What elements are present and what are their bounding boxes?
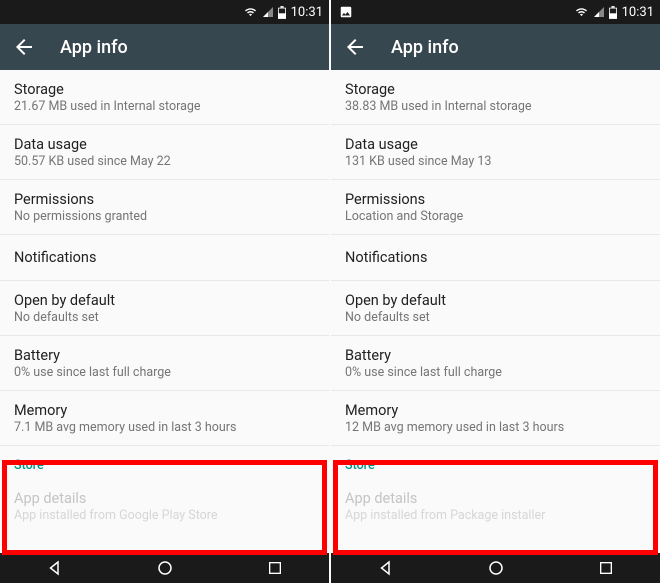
settings-list: Storage 21.67 MB used in Internal storag… xyxy=(0,70,329,553)
wifi-icon xyxy=(574,6,589,18)
wifi-icon xyxy=(243,6,258,18)
setting-battery[interactable]: Battery 0% use since last full charge xyxy=(331,336,660,391)
setting-open-by-default[interactable]: Open by default No defaults set xyxy=(0,281,329,336)
status-bar: 10:31 xyxy=(331,0,660,24)
nav-home-icon[interactable] xyxy=(487,559,505,577)
setting-battery[interactable]: Battery 0% use since last full charge xyxy=(0,336,329,391)
signal-icon xyxy=(261,6,275,18)
app-bar: App info xyxy=(331,24,660,70)
setting-notifications[interactable]: Notifications xyxy=(331,235,660,281)
setting-notifications[interactable]: Notifications xyxy=(0,235,329,281)
nav-recent-icon[interactable] xyxy=(598,560,614,576)
battery-icon xyxy=(609,6,617,19)
battery-icon xyxy=(278,6,286,19)
app-bar: App info xyxy=(0,24,329,70)
setting-data-usage[interactable]: Data usage 131 KB used since May 13 xyxy=(331,125,660,180)
setting-storage[interactable]: Storage 21.67 MB used in Internal storag… xyxy=(0,70,329,125)
status-time: 10:31 xyxy=(622,5,654,20)
store-header: Store xyxy=(0,446,329,479)
nav-back-icon[interactable] xyxy=(377,559,395,577)
setting-memory[interactable]: Memory 7.1 MB avg memory used in last 3 … xyxy=(0,391,329,446)
status-time: 10:31 xyxy=(291,5,323,20)
nav-bar xyxy=(0,553,329,583)
setting-app-details[interactable]: App details App installed from Google Pl… xyxy=(0,479,329,533)
page-title: App info xyxy=(60,37,128,58)
status-left xyxy=(337,5,353,19)
nav-home-icon[interactable] xyxy=(156,559,174,577)
setting-memory[interactable]: Memory 12 MB avg memory used in last 3 h… xyxy=(331,391,660,446)
setting-open-by-default[interactable]: Open by default No defaults set xyxy=(331,281,660,336)
back-icon[interactable] xyxy=(343,35,367,59)
picture-icon xyxy=(339,5,353,19)
signal-icon xyxy=(592,6,606,18)
phone-right: 10:31 App info Storage 38.83 MB used in … xyxy=(331,0,660,583)
phone-left: 10:31 App info Storage 21.67 MB used in … xyxy=(0,0,329,583)
setting-permissions[interactable]: Permissions No permissions granted xyxy=(0,180,329,235)
store-header: Store xyxy=(331,446,660,479)
status-bar: 10:31 xyxy=(0,0,329,24)
setting-permissions[interactable]: Permissions Location and Storage xyxy=(331,180,660,235)
setting-storage[interactable]: Storage 38.83 MB used in Internal storag… xyxy=(331,70,660,125)
nav-bar xyxy=(331,553,660,583)
page-title: App info xyxy=(391,37,459,58)
nav-back-icon[interactable] xyxy=(46,559,64,577)
back-icon[interactable] xyxy=(12,35,36,59)
nav-recent-icon[interactable] xyxy=(267,560,283,576)
store-section: Store App details App installed from Pac… xyxy=(331,446,660,533)
store-section: Store App details App installed from Goo… xyxy=(0,446,329,533)
setting-app-details[interactable]: App details App installed from Package i… xyxy=(331,479,660,533)
setting-data-usage[interactable]: Data usage 50.57 KB used since May 22 xyxy=(0,125,329,180)
status-icons: 10:31 xyxy=(574,5,654,20)
settings-list: Storage 38.83 MB used in Internal storag… xyxy=(331,70,660,553)
status-icons: 10:31 xyxy=(243,5,323,20)
